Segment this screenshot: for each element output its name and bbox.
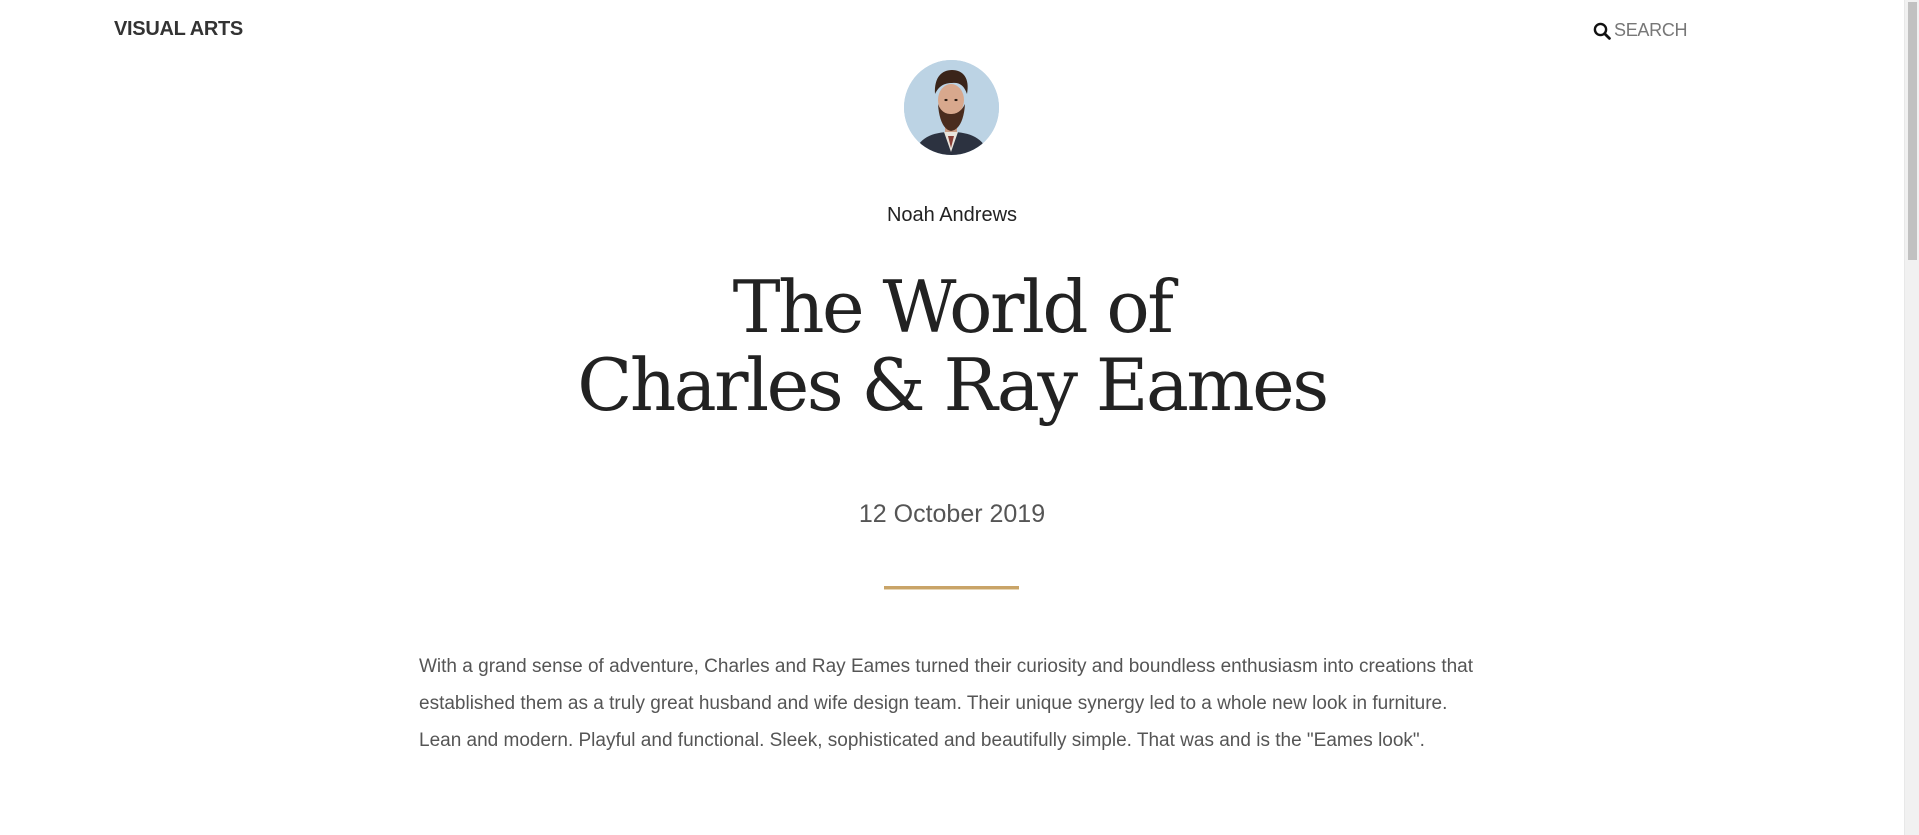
search-icon	[1593, 22, 1611, 40]
scrollbar[interactable]	[1904, 0, 1919, 835]
page: VISUAL ARTS SEARCH Noah Andrews The Worl…	[0, 0, 1919, 835]
article-title-line-1: The World of	[732, 265, 1174, 349]
divider	[884, 586, 1019, 590]
search-label: SEARCH	[1614, 20, 1688, 40]
author-portrait	[904, 60, 999, 155]
author-avatar[interactable]	[904, 60, 999, 155]
article-intro-paragraph: With a grand sense of adventure, Charles…	[419, 656, 1474, 751]
site-logo[interactable]: VISUAL ARTS	[114, 18, 243, 41]
author-name[interactable]: Noah Andrews	[0, 204, 1904, 227]
publish-date: 12 October 2019	[858, 500, 1046, 528]
search-button[interactable]: SEARCH	[1593, 20, 1688, 41]
scrollbar-thumb[interactable]	[1908, 2, 1917, 260]
article-title: The World of Charles & Ray Eames	[0, 268, 1904, 424]
article-title-line-2: Charles & Ray Eames	[577, 343, 1329, 427]
